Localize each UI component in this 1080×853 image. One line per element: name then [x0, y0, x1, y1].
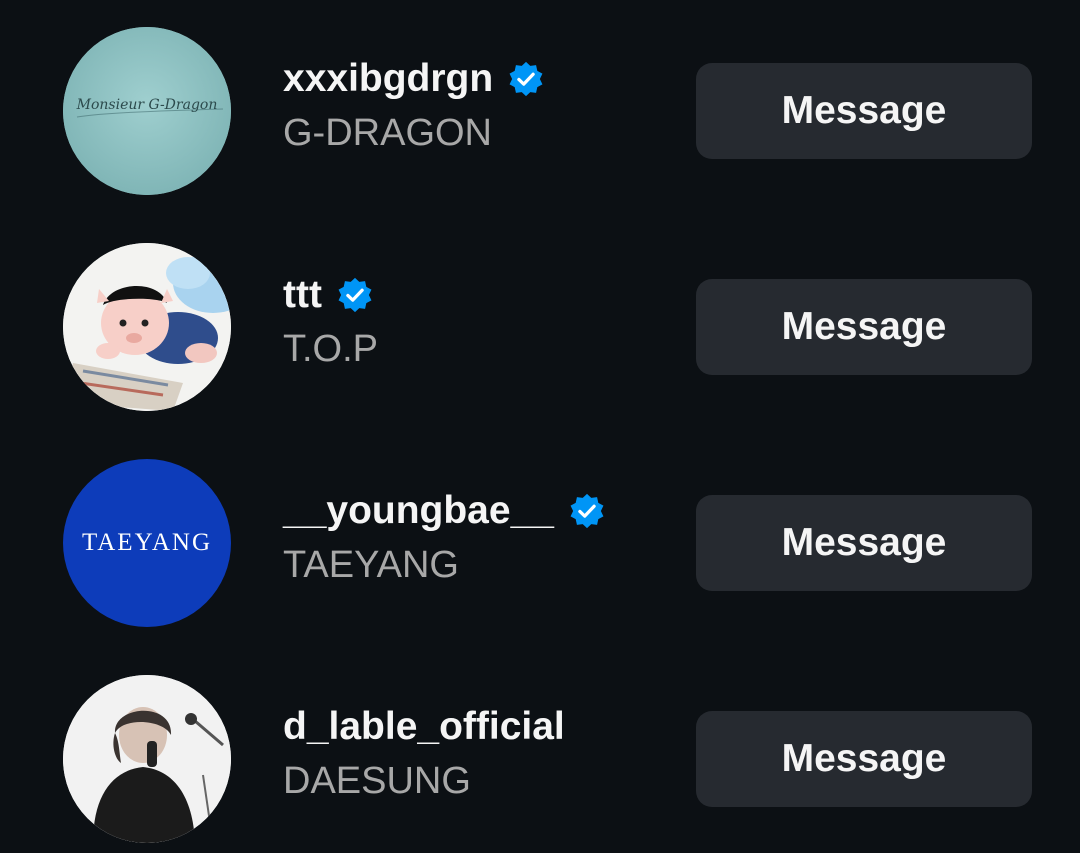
full-name: DAESUNG — [283, 760, 471, 802]
username[interactable]: __youngbae__ — [283, 487, 554, 535]
verified-badge-icon — [509, 61, 543, 97]
message-button[interactable]: Message — [696, 711, 1032, 807]
avatar-signature: Monsieur G-Dragon — [76, 97, 218, 113]
account-names: ttt T.O.P — [283, 271, 683, 373]
full-name: G-DRAGON — [283, 112, 492, 154]
account-names: __youngbae__ TAEYANG — [283, 487, 683, 589]
verified-badge-icon — [570, 493, 604, 529]
avatar-image — [63, 675, 231, 843]
account-names: xxxibgdrgn G-DRAGON — [283, 55, 683, 157]
full-name: T.O.P — [283, 328, 379, 370]
account-names: d_lable_official DAESUNG — [283, 703, 683, 805]
account-row[interactable]: ttt T.O.P Message — [0, 243, 1080, 413]
message-button[interactable]: Message — [696, 495, 1032, 591]
message-button[interactable]: Message — [696, 279, 1032, 375]
avatar-image — [63, 243, 231, 411]
avatar[interactable] — [63, 243, 231, 411]
account-row[interactable]: TAEYANG __youngbae__ TAEYANG Message — [0, 459, 1080, 629]
avatar[interactable]: TAEYANG — [63, 459, 231, 627]
username[interactable]: ttt — [283, 271, 322, 319]
account-row[interactable]: Monsieur G-Dragon xxxibgdrgn G-DRAGON Me… — [0, 27, 1080, 197]
full-name: TAEYANG — [283, 544, 459, 586]
username[interactable]: xxxibgdrgn — [283, 55, 493, 103]
message-button[interactable]: Message — [696, 63, 1032, 159]
verified-badge-icon — [338, 277, 372, 313]
avatar-logo-text: TAEYANG — [81, 529, 213, 556]
avatar[interactable]: Monsieur G-Dragon — [63, 27, 231, 195]
avatar[interactable] — [63, 675, 231, 843]
username[interactable]: d_lable_official — [283, 703, 565, 751]
account-list: Monsieur G-Dragon xxxibgdrgn G-DRAGON Me… — [0, 0, 1080, 853]
account-row[interactable]: d_lable_official DAESUNG Message — [0, 675, 1080, 845]
